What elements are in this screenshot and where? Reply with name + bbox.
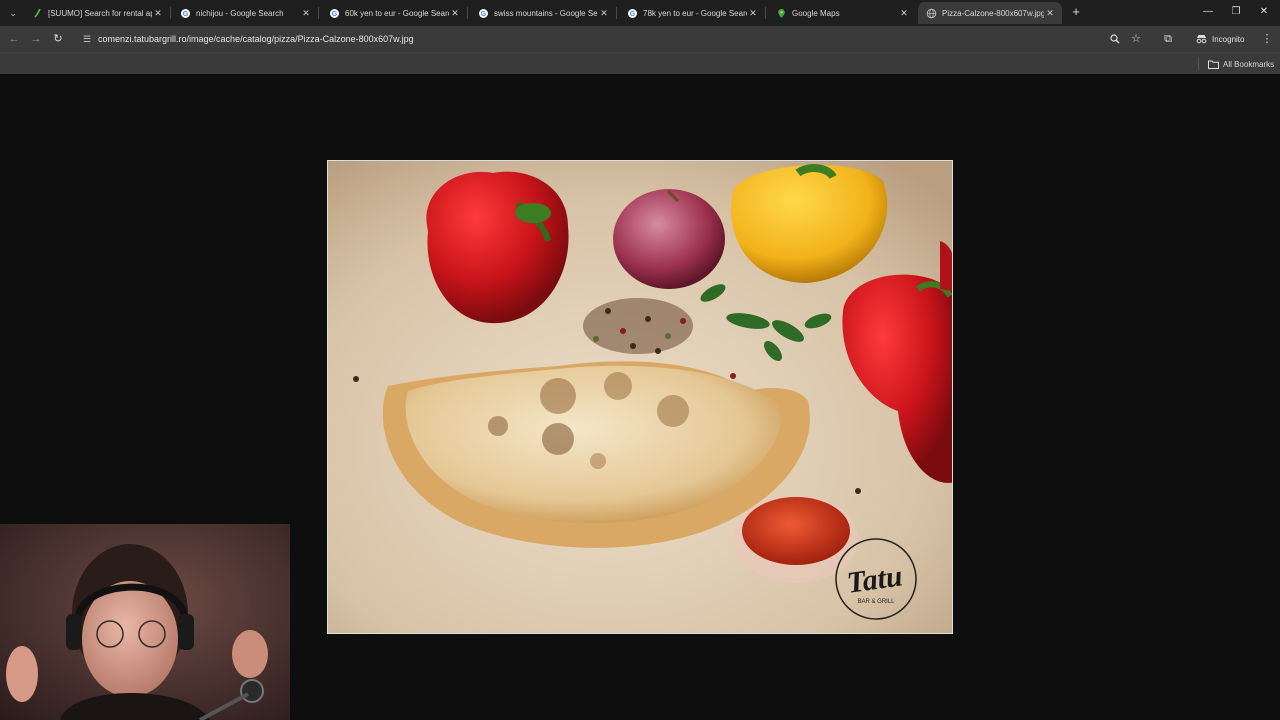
tab-separator bbox=[765, 7, 766, 19]
close-icon[interactable]: ✕ bbox=[449, 8, 461, 19]
tab-nichijou[interactable]: G nichijou - Google Search ✕ bbox=[172, 2, 319, 24]
minimize-button[interactable]: — bbox=[1198, 4, 1218, 20]
svg-text:G: G bbox=[332, 11, 338, 18]
svg-text:BAR & GRILL: BAR & GRILL bbox=[857, 599, 895, 605]
globe-icon bbox=[926, 8, 937, 19]
bookmarks-separator bbox=[1198, 57, 1199, 70]
puzzle-icon: ⧉ bbox=[1164, 33, 1172, 45]
close-icon[interactable]: ✕ bbox=[898, 8, 910, 19]
reload-button[interactable]: ↻ bbox=[49, 30, 67, 48]
tab-title: [SUUMO] Search for rental apa bbox=[48, 8, 152, 18]
zoom-button[interactable] bbox=[1106, 30, 1124, 48]
menu-button[interactable]: ⋮ bbox=[1258, 30, 1276, 48]
address-bar[interactable]: ☰ comenzi.tatubargrill.ro/image/cache/ca… bbox=[76, 28, 1152, 50]
new-tab-button[interactable]: + bbox=[1068, 4, 1084, 20]
close-icon[interactable]: ✕ bbox=[747, 8, 759, 19]
restore-icon: ❐ bbox=[1231, 6, 1241, 17]
tab-title: Google Maps bbox=[792, 8, 840, 18]
bookmarks-bar: All Bookmarks bbox=[0, 52, 1280, 74]
all-bookmarks-label: All Bookmarks bbox=[1223, 59, 1275, 69]
plus-icon: + bbox=[1072, 4, 1080, 19]
close-icon: ✕ bbox=[1259, 6, 1269, 17]
tab-separator bbox=[467, 7, 468, 19]
microphone bbox=[240, 679, 264, 703]
arrow-left-icon: ← bbox=[8, 33, 20, 45]
close-icon[interactable]: ✕ bbox=[598, 8, 610, 19]
zoom-icon bbox=[1110, 34, 1120, 44]
all-bookmarks-button[interactable]: All Bookmarks bbox=[1208, 56, 1274, 72]
close-icon[interactable]: ✕ bbox=[1044, 8, 1056, 19]
red-onion bbox=[613, 189, 725, 289]
kebab-menu-icon: ⋮ bbox=[1261, 33, 1273, 45]
left-hand bbox=[6, 646, 38, 702]
webcam-overlay bbox=[0, 524, 290, 720]
reload-icon: ↻ bbox=[53, 33, 63, 45]
right-hand bbox=[232, 630, 268, 678]
chevron-down-icon: ⌄ bbox=[9, 7, 17, 18]
google-icon: G bbox=[180, 8, 191, 19]
site-info-icon[interactable]: ☰ bbox=[80, 32, 94, 46]
restore-button[interactable]: ❐ bbox=[1226, 4, 1246, 20]
minimize-icon: — bbox=[1203, 6, 1213, 17]
star-icon: ☆ bbox=[1131, 33, 1141, 45]
back-button[interactable]: ← bbox=[5, 30, 23, 48]
svg-text:G: G bbox=[183, 11, 189, 18]
webcam-drawing bbox=[0, 524, 290, 720]
tab-separator bbox=[616, 7, 617, 19]
tab-title: swiss mountains - Google Sear bbox=[494, 8, 598, 18]
folder-icon bbox=[1208, 60, 1219, 69]
incognito-badge[interactable]: Incognito bbox=[1196, 30, 1244, 48]
close-icon[interactable]: ✕ bbox=[152, 8, 164, 19]
calzone-photo-drawing: Tatu BAR & GRILL bbox=[328, 161, 952, 633]
tab-title: Pizza-Calzone-800x607w.jpg (8 bbox=[942, 8, 1044, 18]
tab-swiss-mountains[interactable]: G swiss mountains - Google Sear ✕ bbox=[470, 2, 617, 24]
tab-78k-yen[interactable]: G 78k yen to eur - Google Search ✕ bbox=[619, 2, 766, 24]
svg-text:G: G bbox=[481, 11, 487, 18]
close-window-button[interactable]: ✕ bbox=[1254, 4, 1274, 20]
tab-pizza-calzone[interactable]: Pizza-Calzone-800x607w.jpg (8 ✕ bbox=[918, 2, 1062, 24]
extensions-button[interactable]: ⧉ bbox=[1159, 30, 1177, 48]
google-icon: G bbox=[627, 8, 638, 19]
close-icon[interactable]: ✕ bbox=[300, 8, 312, 19]
tab-separator bbox=[170, 7, 171, 19]
tab-strip: ⌄ [SUUMO] Search for rental apa ✕ G nich… bbox=[0, 0, 1280, 26]
google-icon: G bbox=[478, 8, 489, 19]
forward-button[interactable]: → bbox=[27, 30, 45, 48]
google-icon: G bbox=[329, 8, 340, 19]
tomato-sauce-bowl bbox=[734, 495, 858, 583]
calzone-photo[interactable]: Tatu BAR & GRILL bbox=[327, 160, 953, 634]
tab-separator bbox=[318, 7, 319, 19]
arrow-right-icon: → bbox=[30, 33, 42, 45]
tab-suumo[interactable]: [SUUMO] Search for rental apa ✕ bbox=[24, 2, 171, 24]
tab-title: 78k yen to eur - Google Search bbox=[643, 8, 747, 18]
incognito-label: Incognito bbox=[1212, 34, 1245, 44]
tab-search-button[interactable]: ⌄ bbox=[4, 4, 22, 22]
browser-toolbar: ← → ↻ ☰ comenzi.tatubargrill.ro/image/ca… bbox=[0, 26, 1280, 52]
maps-pin-icon bbox=[776, 8, 787, 19]
tab-60k-yen[interactable]: G 60k yen to eur - Google Search ✕ bbox=[321, 2, 468, 24]
incognito-icon bbox=[1196, 35, 1207, 44]
tab-title: nichijou - Google Search bbox=[196, 8, 284, 18]
tab-google-maps[interactable]: Google Maps ✕ bbox=[768, 2, 916, 24]
tab-title: 60k yen to eur - Google Search bbox=[345, 8, 449, 18]
bookmark-star-button[interactable]: ☆ bbox=[1127, 30, 1145, 48]
url-text[interactable]: comenzi.tatubargrill.ro/image/cache/cata… bbox=[98, 28, 414, 50]
suumo-icon bbox=[32, 8, 43, 19]
svg-text:G: G bbox=[630, 11, 636, 18]
